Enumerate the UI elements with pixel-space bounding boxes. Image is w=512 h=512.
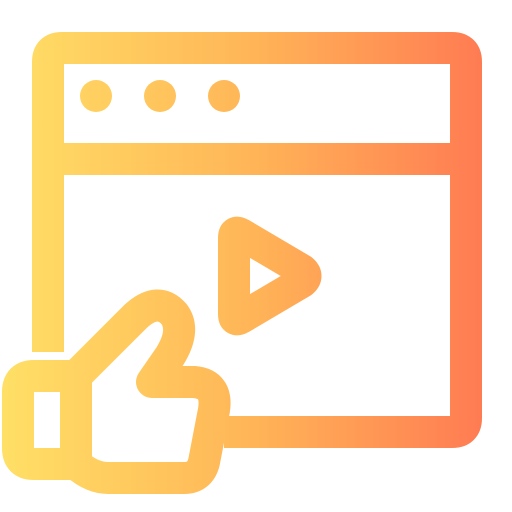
window-dot-1 — [80, 80, 112, 112]
window-dot-3 — [208, 80, 240, 112]
icon-canvas — [0, 0, 512, 512]
play-button-icon — [218, 216, 322, 336]
thumb-hand — [60, 289, 231, 494]
window-dot-2 — [144, 80, 176, 112]
window-controls — [80, 80, 240, 112]
video-like-icon — [2, 32, 482, 494]
